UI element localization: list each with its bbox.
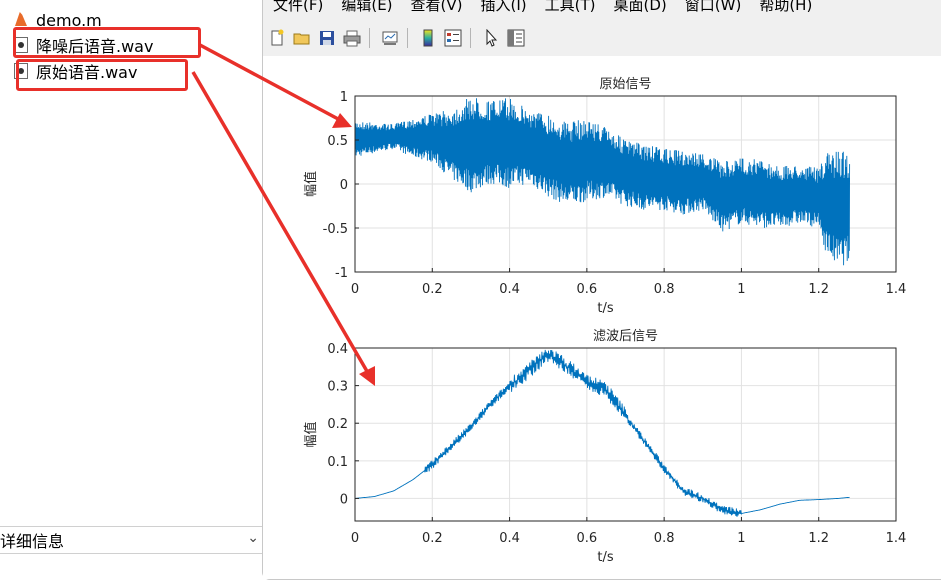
menu-file[interactable]: 文件(F): [273, 0, 323, 14]
save-icon[interactable]: [316, 27, 338, 49]
x-tick-label: 1.2: [808, 531, 829, 546]
x-tick-label: 0.6: [577, 282, 598, 297]
details-label: 详细信息: [0, 532, 65, 551]
plot-area: 0 0.2 0.4 0.6 0.8 1 1.2 1.4 -1 -0.5 0 0.5 1 原始信号 t/s 幅值…: [263, 56, 941, 579]
figure-toolbar: [263, 24, 941, 52]
charts-svg: 0 0.2 0.4 0.6 0.8 1 1.2 1.4 -1 -0.5 0 0.5 1 原始信号 t/s 幅值…: [303, 77, 907, 565]
open-file-icon[interactable]: [291, 27, 313, 49]
x-tick-label: 0.4: [499, 531, 520, 546]
chart-title: 滤波后信号: [593, 329, 658, 344]
x-axis-label: t/s: [597, 550, 613, 565]
highlight-box-original: [16, 59, 188, 91]
y-tick-label: 1: [340, 90, 348, 105]
signal-line-original: [354, 98, 851, 266]
x-tick-label: 0.4: [499, 282, 520, 297]
chevron-down-icon[interactable]: ⌄: [247, 530, 259, 546]
x-tick-label: 1.4: [886, 282, 907, 297]
x-axis-label: t/s: [597, 301, 613, 316]
x-tick-label: 0: [351, 531, 359, 546]
x-tick-label: 0.6: [577, 531, 598, 546]
menu-desktop[interactable]: 桌面(D): [614, 0, 667, 14]
x-tick-label: 0: [351, 282, 359, 297]
x-tick-label: 0.8: [654, 531, 675, 546]
property-editor-icon[interactable]: [505, 27, 527, 49]
new-figure-icon[interactable]: [266, 27, 288, 49]
menu-bar: 文件(F) 编辑(E) 查看(V) 插入(I) 工具(T) 桌面(D) 窗口(W…: [263, 0, 820, 14]
chart-title: 原始信号: [599, 77, 651, 92]
axes-box: [354, 347, 897, 522]
y-tick-label: 0.2: [327, 417, 348, 432]
x-tick-label: 0.2: [422, 282, 443, 297]
legend-icon[interactable]: [442, 27, 464, 49]
x-tick-label: 0.2: [422, 531, 443, 546]
y-tick-label: 0: [340, 178, 348, 193]
y-tick-label: 0.5: [327, 134, 348, 149]
toolbar-separator: [470, 28, 471, 48]
toolbar-separator: [407, 28, 408, 48]
y-tick-label: -1: [335, 266, 348, 281]
y-tick-label: -0.5: [323, 222, 348, 237]
y-tick-label: 0.3: [327, 380, 348, 395]
matlab-script-icon: [14, 12, 28, 28]
print-icon[interactable]: [341, 27, 363, 49]
toolbar-separator: [369, 28, 370, 48]
x-tick-label: 0.8: [654, 282, 675, 297]
x-tick-label: 1.4: [886, 531, 907, 546]
y-tick-label: 0: [340, 492, 348, 507]
pointer-icon[interactable]: [480, 27, 502, 49]
menu-window[interactable]: 窗口(W): [685, 0, 742, 14]
highlight-box-denoised: [13, 27, 201, 58]
menu-insert[interactable]: 插入(I): [481, 0, 527, 14]
menu-view[interactable]: 查看(V): [411, 0, 463, 14]
signal-line-filtered: [355, 349, 850, 517]
menu-tools[interactable]: 工具(T): [545, 0, 596, 14]
x-tick-label: 1: [737, 282, 745, 297]
figure-window: 文件(F) 编辑(E) 查看(V) 插入(I) 工具(T) 桌面(D) 窗口(W…: [262, 0, 941, 580]
menu-edit[interactable]: 编辑(E): [341, 0, 392, 14]
y-tick-label: 0.1: [327, 455, 348, 470]
y-axis-label: 幅值: [303, 171, 319, 197]
y-tick-label: 0.4: [327, 342, 348, 357]
colorbar-icon[interactable]: [417, 27, 439, 49]
menu-help[interactable]: 帮助(H): [759, 0, 812, 14]
y-axis-label: 幅值: [303, 421, 319, 447]
x-tick-label: 1: [737, 531, 745, 546]
x-tick-label: 1.2: [808, 282, 829, 297]
link-plot-icon[interactable]: [379, 27, 401, 49]
details-panel-header[interactable]: 详细信息 ⌄: [0, 526, 265, 554]
